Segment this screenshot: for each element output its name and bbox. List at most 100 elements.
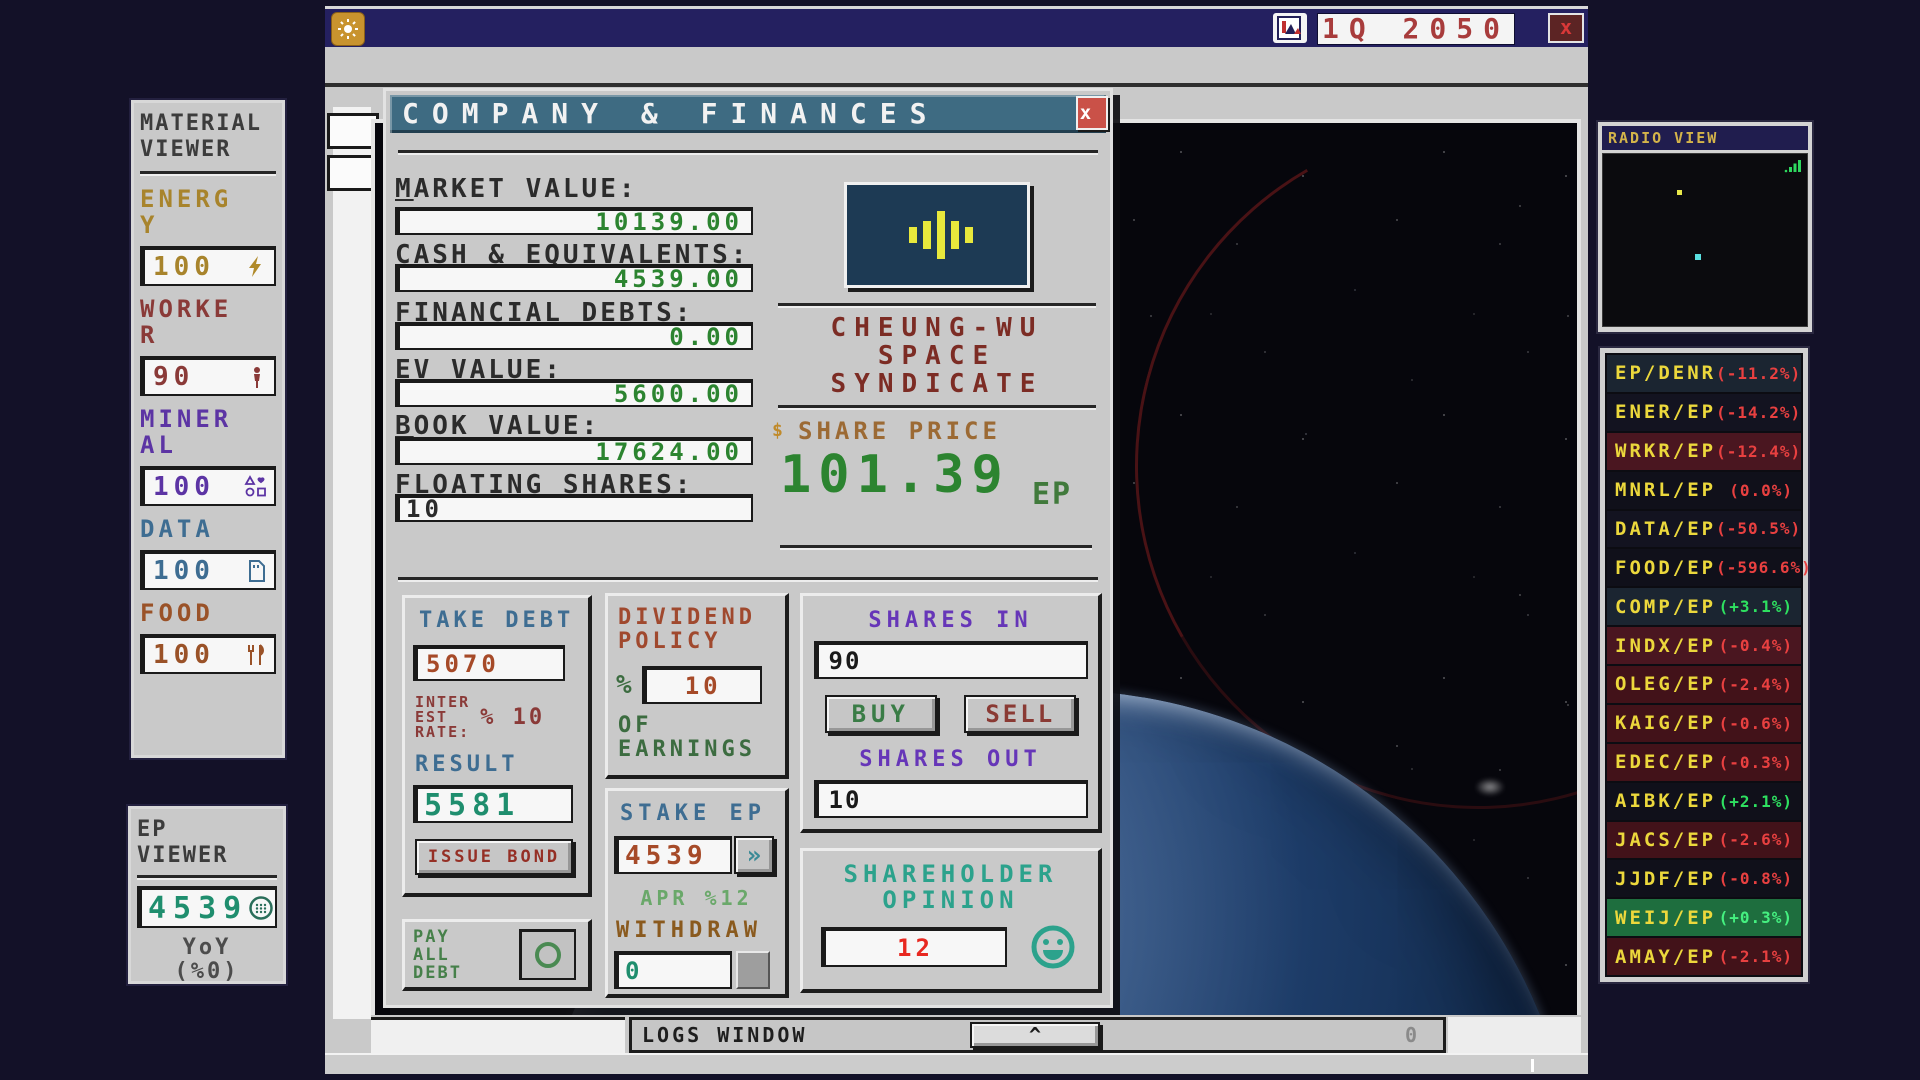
ticker-row[interactable]: WEIJ/EP (+0.3%) <box>1607 899 1801 936</box>
withdraw-amount-input[interactable]: 0 <box>614 951 732 989</box>
ticker-change: (-0.3%) <box>1719 753 1793 772</box>
sun-button[interactable] <box>331 12 365 46</box>
ticker-row[interactable]: JJDF/EP (-0.8%) <box>1607 860 1801 897</box>
financial-debts-value: 0.00 <box>400 327 751 347</box>
ticker-change: (+0.3%) <box>1719 908 1793 927</box>
shares-out-input[interactable]: 10 <box>814 780 1088 818</box>
floating-shares-field[interactable]: 10 <box>395 494 753 522</box>
food-label: FOOD <box>140 600 240 626</box>
ticker-row[interactable]: KAIG/EP (-0.6%) <box>1607 705 1801 742</box>
ticker-row[interactable]: OLEG/EP (-2.4%) <box>1607 666 1801 703</box>
ticker-change: (-0.4%) <box>1719 636 1793 655</box>
radio-view-screen[interactable] <box>1602 153 1808 327</box>
ticker-change: (-0.6%) <box>1719 714 1793 733</box>
stake-ep-title: STAKE EP <box>620 801 785 826</box>
share-price-value: 101.39 <box>780 445 1010 505</box>
ep-viewer-title: EP VIEWER <box>137 817 267 869</box>
ticker-row[interactable]: MNRL/EP (0.0%) <box>1607 472 1801 509</box>
divider <box>140 171 276 176</box>
dividend-input-row: % 10 <box>616 666 785 704</box>
audio-wave-icon <box>897 200 977 270</box>
take-debt-title: TAKE DEBT <box>419 608 588 633</box>
ticker-change: (-2.6%) <box>1719 830 1793 849</box>
ticker-row[interactable]: DATA/EP (-50.5%) <box>1607 511 1801 548</box>
data-label: DATA <box>140 516 240 542</box>
radio-view-title[interactable]: RADIO VIEW <box>1602 126 1808 150</box>
take-debt-panel: TAKE DEBT 5070 INTER EST RATE: % 10 RESU… <box>402 595 592 897</box>
status-tick <box>1531 1059 1534 1072</box>
ticker-symbol: JJDF/EP <box>1615 868 1716 890</box>
window-titlebar: 1Q 2050 x <box>325 9 1588 47</box>
pay-all-debt-toggle[interactable] <box>519 929 576 980</box>
ticker-change: (-0.8%) <box>1719 869 1793 888</box>
financial-debts-field: 0.00 <box>395 322 753 350</box>
ticker-row[interactable]: WRKR/EP (-12.4%) <box>1607 433 1801 470</box>
stake-amount-input[interactable]: 4539 <box>614 836 732 874</box>
withdraw-input-row: 0 <box>614 951 785 989</box>
divider <box>137 875 277 880</box>
game-date-display[interactable]: 1Q 2050 <box>1317 13 1515 45</box>
ticker-symbol: WRKR/EP <box>1615 440 1716 462</box>
material-viewer-title: MATERIAL VIEWER <box>140 111 276 163</box>
ticker-change: (+2.1%) <box>1719 792 1793 811</box>
ticker-row[interactable]: INDX/EP (-0.4%) <box>1607 627 1801 664</box>
percent-icon: % <box>616 670 632 700</box>
take-debt-amount-input[interactable]: 5070 <box>413 645 565 681</box>
chart-button[interactable] <box>1273 13 1307 43</box>
ticker-row[interactable]: ENER/EP (-14.2%) <box>1607 394 1801 431</box>
energy-value: 100 <box>145 252 215 282</box>
ticker-symbol: COMP/EP <box>1615 596 1716 618</box>
result-field: 5581 <box>413 785 573 823</box>
withdraw-amount: 0 <box>619 957 642 985</box>
withdraw-button[interactable] <box>736 951 770 989</box>
company-finances-dialog: COMPANY & FINANCES x MARKET VALUE: 10139… <box>383 88 1113 1008</box>
window-close-button[interactable]: x <box>1548 13 1584 43</box>
food-value: 100 <box>145 640 215 670</box>
share-price-label: SHARE PRICE <box>798 417 1001 445</box>
shares-in-value: 90 <box>819 647 862 675</box>
radar-contact-cyan <box>1695 254 1701 260</box>
food-value-field: 100 <box>140 634 276 674</box>
dialog-close-button[interactable]: x <box>1076 96 1108 130</box>
book-value: 17624.00 <box>400 442 751 462</box>
shapes-icon <box>244 475 268 499</box>
fork-knife-icon <box>244 643 268 667</box>
ticker-row[interactable]: FOOD/EP (-596.6%) <box>1607 549 1801 586</box>
dividend-percent-input[interactable]: 10 <box>642 666 762 704</box>
ticker-row[interactable]: EDEC/EP (-0.3%) <box>1607 744 1801 781</box>
sell-button[interactable]: SELL <box>964 695 1076 733</box>
ticker-row[interactable]: COMP/EP (+3.1%) <box>1607 588 1801 625</box>
shares-in-input[interactable]: 90 <box>814 641 1088 679</box>
result-label: RESULT <box>415 752 588 777</box>
issue-bond-button[interactable]: ISSUE BOND <box>415 839 573 875</box>
divider <box>780 545 1092 550</box>
ticker-row[interactable]: AMAY/EP (-2.1%) <box>1607 938 1801 975</box>
logs-collapse-button[interactable]: ^ <box>970 1022 1100 1048</box>
result-value: 5581 <box>418 788 520 823</box>
sim-card-icon <box>246 559 268 583</box>
ticker-row[interactable]: JACS/EP (-2.6%) <box>1607 822 1801 859</box>
ev-value-field: 5600.00 <box>395 379 753 407</box>
data-value: 100 <box>145 556 215 586</box>
ticker-change: (0.0%) <box>1729 481 1793 500</box>
ticker-row[interactable]: AIBK/EP (+2.1%) <box>1607 783 1801 820</box>
ticker-change: (-50.5%) <box>1716 519 1801 538</box>
shares-in-label: SHARES IN <box>803 608 1098 633</box>
ticker-change: (-12.4%) <box>1716 442 1801 461</box>
dialog-titlebar[interactable]: COMPANY & FINANCES x <box>390 95 1106 133</box>
ticker-change: (+3.1%) <box>1719 597 1793 616</box>
ticker-symbol: AIBK/EP <box>1615 790 1716 812</box>
stake-transfer-button[interactable]: » <box>734 836 774 874</box>
shareholder-opinion-panel: SHAREHOLDER OPINION 12 <box>800 848 1102 993</box>
of-earnings-label: OF EARNINGS <box>618 714 785 762</box>
energy-label: ENERGY <box>140 186 240 238</box>
buy-button[interactable]: BUY <box>825 695 937 733</box>
left-margin-strip <box>333 107 371 1019</box>
ticker-symbol: ENER/EP <box>1615 401 1716 423</box>
ticker-symbol: WEIJ/EP <box>1615 907 1716 929</box>
divider <box>398 150 1098 155</box>
stake-input-row: 4539 » <box>614 836 785 874</box>
ticker-row[interactable]: EP/DENR (-11.2%) <box>1607 355 1801 392</box>
logs-window-bar[interactable]: LOGS WINDOW ^ 0 <box>629 1017 1446 1053</box>
pay-all-debt-panel: PAY ALL DEBT <box>402 919 592 991</box>
